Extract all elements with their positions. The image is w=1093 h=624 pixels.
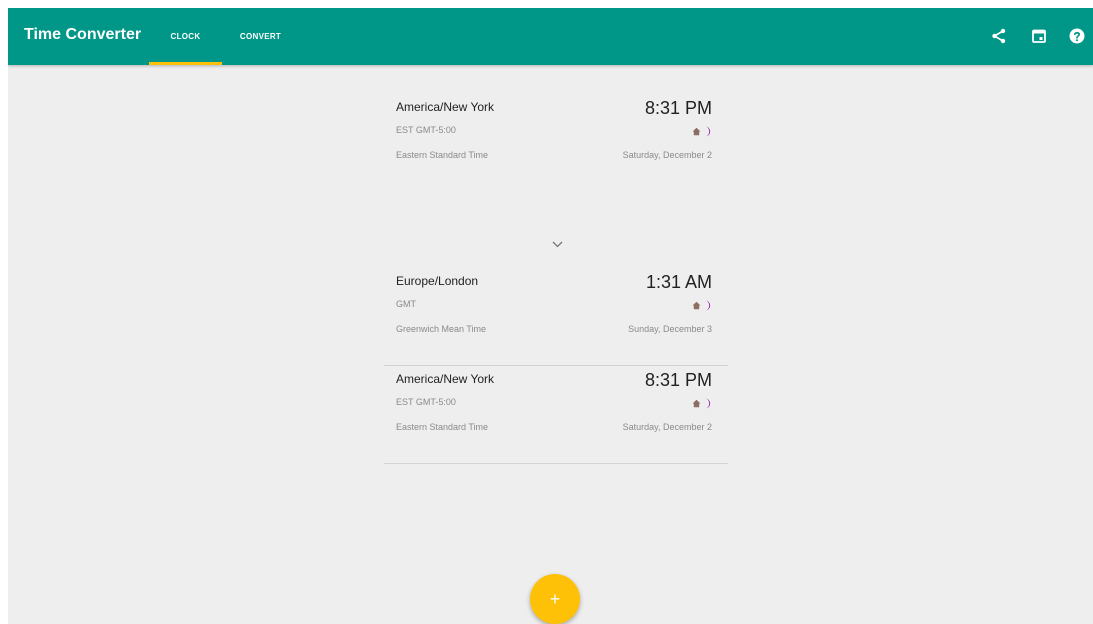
zone-abbr: EST GMT-5:00 [396,397,456,407]
help-icon [1069,28,1085,44]
moon-icon [705,300,711,311]
zone-time: 1:31 AM [645,272,712,292]
add-icon: + [549,588,561,609]
zone-icons [692,398,712,409]
zone-name: Europe/London [396,274,479,288]
calendar-button[interactable] [1028,25,1050,47]
chevron-down-icon [552,241,562,247]
calendar-icon [1032,29,1046,43]
home-icon [692,399,701,408]
primary-clock-card: America/New York EST GMT-5:00 Eastern St… [384,94,728,204]
zone-time: 8:31 PM [644,370,712,390]
primary-zone-icons [692,126,712,137]
moon-icon [705,398,711,409]
primary-zone-full-name: Eastern Standard Time [396,150,489,160]
primary-zone-name: America/New York [396,100,495,114]
zone-name: America/New York [396,372,495,386]
primary-zone-abbr: EST GMT-5:00 [396,125,456,135]
home-icon [692,127,701,136]
zone-full-name: Eastern Standard Time [396,422,489,432]
tab-clock[interactable]: CLOCK [149,8,222,65]
zone-full-name: Greenwich Mean Time [396,324,487,334]
tab-clock-label: CLOCK [170,32,201,41]
zone-abbr: GMT [396,299,416,309]
zone-date: Sunday, December 3 [628,324,712,334]
share-icon [992,28,1006,44]
zone-date: Saturday, December 2 [622,422,712,432]
app-title: Time Converter [24,26,142,43]
tab-convert-label: CONVERT [239,32,282,41]
home-icon [692,301,701,310]
moon-icon [705,126,711,137]
add-clock-button[interactable]: + [530,574,580,624]
active-tab-indicator [149,62,222,65]
tab-convert[interactable]: CONVERT [222,8,299,65]
zone-icons [692,300,712,311]
share-button[interactable] [988,25,1010,47]
app-bar: Time Converter CLOCK CONVERT [8,8,1093,65]
list-item[interactable]: America/New York EST GMT-5:00 Eastern St… [384,366,728,464]
primary-zone-time: 8:31 PM [644,98,712,118]
app-frame: Time Converter CLOCK CONVERT America/New… [8,8,1093,624]
expand-toggle[interactable] [547,236,567,252]
primary-zone-date: Saturday, December 2 [622,150,712,160]
list-item[interactable]: Europe/London GMT Greenwich Mean Time 1:… [384,268,728,366]
help-button[interactable] [1066,25,1088,47]
